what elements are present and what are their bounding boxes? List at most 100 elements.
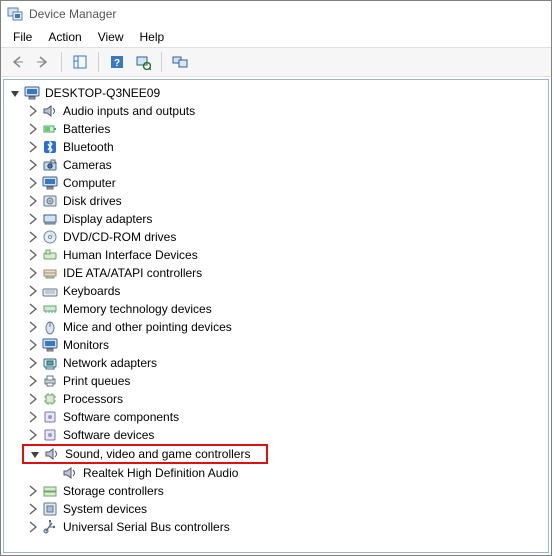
cd-icon — [42, 229, 58, 245]
show-hide-tree-button[interactable] — [68, 50, 92, 74]
monitor-icon — [42, 337, 58, 353]
device-manager-window: Device Manager File Action View Help ? — [0, 0, 552, 556]
category-label: Universal Serial Bus controllers — [62, 520, 231, 534]
category-label: Monitors — [62, 338, 110, 352]
category-software-devices[interactable]: Software devices — [4, 426, 548, 444]
category-label: Software components — [62, 410, 180, 424]
speaker-icon — [44, 446, 60, 462]
category-label: Cameras — [62, 158, 113, 172]
category-audio[interactable]: Audio inputs and outputs — [4, 102, 548, 120]
ide-icon — [42, 265, 58, 281]
category-label: Bluetooth — [62, 140, 115, 154]
hid-icon — [42, 247, 58, 263]
expand-icon[interactable] — [26, 410, 40, 424]
category-cameras[interactable]: Cameras — [4, 156, 548, 174]
expand-icon[interactable] — [26, 266, 40, 280]
category-batteries[interactable]: Batteries — [4, 120, 548, 138]
expand-icon[interactable] — [26, 176, 40, 190]
expand-icon[interactable] — [26, 230, 40, 244]
keyboard-icon — [42, 283, 58, 299]
category-label: Batteries — [62, 122, 111, 136]
category-ide[interactable]: IDE ATA/ATAPI controllers — [4, 264, 548, 282]
scan-hardware-button[interactable] — [131, 50, 155, 74]
category-label: Software devices — [62, 428, 155, 442]
help-button[interactable]: ? — [105, 50, 129, 74]
device-tree-pane[interactable]: DESKTOP-Q3NEE09 Audio inputs and outputs… — [3, 79, 549, 553]
category-label: Keyboards — [62, 284, 121, 298]
expand-icon[interactable] — [26, 374, 40, 388]
category-mice[interactable]: Mice and other pointing devices — [4, 318, 548, 336]
category-system-devices[interactable]: System devices — [4, 500, 548, 518]
category-label: Mice and other pointing devices — [62, 320, 233, 334]
category-label: Disk drives — [62, 194, 123, 208]
menubar: File Action View Help — [1, 27, 551, 47]
expand-icon[interactable] — [26, 248, 40, 262]
expand-icon[interactable] — [26, 302, 40, 316]
category-label: Print queues — [62, 374, 131, 388]
mouse-icon — [42, 319, 58, 335]
menu-view[interactable]: View — [90, 29, 132, 45]
window-title: Device Manager — [29, 7, 116, 21]
back-button[interactable] — [5, 50, 29, 74]
category-disk-drives[interactable]: Disk drives — [4, 192, 548, 210]
expand-icon[interactable] — [26, 122, 40, 136]
software-icon — [42, 427, 58, 443]
expand-icon[interactable] — [26, 428, 40, 442]
category-label: Audio inputs and outputs — [62, 104, 196, 118]
menu-action[interactable]: Action — [40, 29, 89, 45]
menu-file[interactable]: File — [5, 29, 40, 45]
expand-icon[interactable] — [26, 338, 40, 352]
network-icon — [42, 355, 58, 371]
expand-icon[interactable] — [26, 194, 40, 208]
svg-text:?: ? — [114, 58, 120, 69]
monitor-icon — [42, 175, 58, 191]
category-label: Memory technology devices — [62, 302, 213, 316]
speaker-icon — [62, 465, 78, 481]
expand-icon[interactable] — [26, 320, 40, 334]
category-dvd-cd[interactable]: DVD/CD-ROM drives — [4, 228, 548, 246]
expand-icon[interactable] — [26, 158, 40, 172]
memory-icon — [42, 301, 58, 317]
category-label: Network adapters — [62, 356, 158, 370]
camera-icon — [42, 157, 58, 173]
toolbar: ? — [1, 47, 551, 77]
category-storage-controllers[interactable]: Storage controllers — [4, 482, 548, 500]
speaker-icon — [42, 103, 58, 119]
expand-icon[interactable] — [26, 356, 40, 370]
expand-icon[interactable] — [26, 104, 40, 118]
category-keyboards[interactable]: Keyboards — [4, 282, 548, 300]
device-realtek-audio[interactable]: Realtek High Definition Audio — [4, 464, 548, 482]
category-monitors[interactable]: Monitors — [4, 336, 548, 354]
expand-icon[interactable] — [8, 86, 22, 100]
expand-icon[interactable] — [26, 212, 40, 226]
device-tree: DESKTOP-Q3NEE09 Audio inputs and outputs… — [4, 82, 548, 540]
collapse-icon[interactable] — [28, 447, 42, 461]
expand-icon[interactable] — [26, 502, 40, 516]
expand-icon[interactable] — [26, 520, 40, 534]
menu-help[interactable]: Help — [132, 29, 173, 45]
category-usb-controllers[interactable]: Universal Serial Bus controllers — [4, 518, 548, 536]
display-adapter-icon — [42, 211, 58, 227]
root-label: DESKTOP-Q3NEE09 — [44, 86, 161, 100]
category-network[interactable]: Network adapters — [4, 354, 548, 372]
category-processors[interactable]: Processors — [4, 390, 548, 408]
expand-icon[interactable] — [26, 140, 40, 154]
highlighted-category-sound[interactable]: Sound, video and game controllers — [22, 444, 268, 464]
disk-icon — [42, 193, 58, 209]
expand-icon[interactable] — [26, 484, 40, 498]
devices-and-printers-button[interactable] — [168, 50, 192, 74]
battery-icon — [42, 121, 58, 137]
category-label: Human Interface Devices — [62, 248, 199, 262]
category-display-adapters[interactable]: Display adapters — [4, 210, 548, 228]
category-bluetooth[interactable]: Bluetooth — [4, 138, 548, 156]
category-memory[interactable]: Memory technology devices — [4, 300, 548, 318]
forward-button[interactable] — [31, 50, 55, 74]
printer-icon — [42, 373, 58, 389]
category-software-components[interactable]: Software components — [4, 408, 548, 426]
category-print-queues[interactable]: Print queues — [4, 372, 548, 390]
expand-icon[interactable] — [26, 392, 40, 406]
expand-icon[interactable] — [26, 284, 40, 298]
tree-root-row[interactable]: DESKTOP-Q3NEE09 — [4, 84, 548, 102]
category-computer[interactable]: Computer — [4, 174, 548, 192]
category-hid[interactable]: Human Interface Devices — [4, 246, 548, 264]
